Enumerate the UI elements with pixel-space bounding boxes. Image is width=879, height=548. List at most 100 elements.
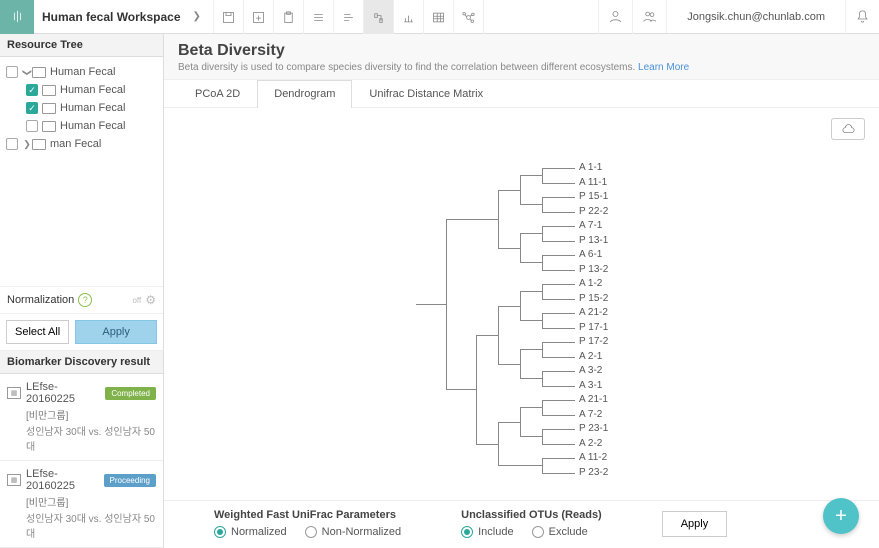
biomarker-detail: 성인남자 30대 vs. 성인남자 50대 (26, 423, 156, 453)
checkbox[interactable]: ✓ (26, 84, 38, 96)
biomarker-header: Biomarker Discovery result (0, 351, 163, 374)
bell-icon[interactable] (845, 0, 879, 34)
radio-label: Normalized (231, 526, 287, 538)
checkbox[interactable] (6, 66, 18, 78)
folder-icon (42, 103, 56, 114)
toolbar-network-icon[interactable] (454, 0, 484, 34)
bottom-apply-button[interactable]: Apply (662, 511, 728, 537)
dendro-leaf-label: A 21-2 (579, 307, 608, 318)
dendro-leaf-label: A 7-1 (579, 220, 602, 231)
toolbar-tree-icon[interactable] (364, 0, 394, 34)
app-logo (0, 0, 34, 34)
biomarker-item[interactable]: ▦ LEfse-20160225Completed [비만그룹]성인남자 30대 v… (0, 374, 163, 461)
user-group-icon[interactable] (632, 0, 666, 34)
toolbar-clipboard-icon[interactable] (274, 0, 304, 34)
tree-label: Human Fecal (60, 102, 125, 114)
toolbar-list-icon[interactable] (304, 0, 334, 34)
dendro-leaf-label: P 17-1 (579, 322, 608, 333)
radio-include[interactable]: Include (461, 526, 513, 538)
tree-label: Human Fecal (60, 120, 125, 132)
biomarker-name: LEfse-20160225 (26, 381, 105, 405)
dendro-leaf-label: P 17-2 (579, 336, 608, 347)
workspace-name: Human fecal Workspace (34, 10, 189, 24)
learn-more-link[interactable]: Learn More (638, 62, 689, 73)
radio-icon (214, 526, 226, 538)
radio-label: Exclude (549, 526, 588, 538)
dendro-leaf-label: A 11-1 (579, 177, 607, 188)
checkbox[interactable]: ✓ (26, 102, 38, 114)
select-all-button[interactable]: Select All (6, 320, 69, 344)
tab-pcoa-2d[interactable]: PCoA 2D (178, 80, 257, 107)
chevron-down-icon[interactable]: ❯ (22, 67, 33, 77)
dendro-leaf-label: A 1-1 (579, 162, 602, 173)
dendro-leaf-label: A 2-2 (579, 438, 602, 449)
normalization-label: Normalization (7, 294, 74, 306)
biomarker-detail: 성인남자 30대 vs. 성인남자 50대 (26, 510, 156, 540)
dendro-leaf-label: A 6-1 (579, 249, 602, 260)
dendro-leaf-label: A 7-2 (579, 409, 602, 420)
folder-icon (32, 67, 46, 78)
toolbar-saveas-icon[interactable] (244, 0, 274, 34)
folder-icon (42, 85, 56, 96)
radio-normalized[interactable]: Normalized (214, 526, 287, 538)
page-description: Beta diversity is used to compare specie… (178, 62, 865, 73)
cloud-export-button[interactable] (831, 118, 865, 140)
tree-child[interactable]: Human Fecal (24, 117, 159, 135)
toolbar-save-icon[interactable] (214, 0, 244, 34)
tree-label: man Fecal (50, 138, 101, 150)
radio-exclude[interactable]: Exclude (532, 526, 588, 538)
radio-icon (532, 526, 544, 538)
page-title: Beta Diversity (178, 42, 865, 60)
folder-icon (42, 121, 56, 132)
dendro-leaf-label: P 23-2 (579, 467, 608, 478)
workspace-dropdown[interactable]: ❯ (189, 11, 213, 22)
user-email: Jongsik.chun@chunlab.com (666, 0, 845, 33)
checkbox[interactable] (26, 120, 38, 132)
biomarker-item[interactable]: ▦LEfse-20160225Proceeding[비만그룹]성인남자 30대 … (0, 461, 163, 548)
tree-child[interactable]: ✓ Human Fecal (24, 99, 159, 117)
dendro-leaf-label: P 23-1 (579, 423, 608, 434)
radio-non-normalized[interactable]: Non-Normalized (305, 526, 401, 538)
radio-icon (461, 526, 473, 538)
toolbar-chart-icon[interactable] (394, 0, 424, 34)
status-badge: Completed (105, 387, 156, 400)
dendro-leaf-label: A 1-2 (579, 278, 602, 289)
dendro-leaf-label: A 11-2 (579, 452, 607, 463)
checkbox[interactable] (6, 138, 18, 150)
tree-label: Human Fecal (60, 84, 125, 96)
biomarker-group: [비만그룹] (26, 494, 156, 509)
dendro-leaf-label: P 22-2 (579, 206, 608, 217)
toolbar-align-icon[interactable] (334, 0, 364, 34)
resource-tree-header: Resource Tree (0, 34, 163, 57)
dendro-leaf-label: A 3-1 (579, 380, 602, 391)
param-unifrac-title: Weighted Fast UniFrac Parameters (214, 509, 401, 521)
dendro-leaf-label: P 13-2 (579, 264, 608, 275)
dendro-leaf-label: P 15-2 (579, 293, 608, 304)
chevron-right-icon[interactable]: ❯ (22, 139, 32, 150)
fab-add-button[interactable]: + (823, 498, 859, 534)
sidebar-apply-button[interactable]: Apply (75, 320, 157, 344)
dendro-leaf-label: P 13-1 (579, 235, 608, 246)
tree-child[interactable]: ✓ Human Fecal (24, 81, 159, 99)
tab-unifrac-distance-matrix[interactable]: Unifrac Distance Matrix (352, 80, 500, 107)
toolbar-grid-icon[interactable] (424, 0, 454, 34)
dendro-leaf-label: A 21-1 (579, 394, 608, 405)
tree-root[interactable]: ❯ Human Fecal (4, 63, 159, 81)
radio-label: Include (478, 526, 513, 538)
tab-dendrogram[interactable]: Dendrogram (257, 80, 352, 108)
dendro-leaf-label: P 15-1 (579, 191, 608, 202)
folder-icon (32, 139, 46, 150)
tree-label: Human Fecal (50, 66, 115, 78)
tree-sibling[interactable]: ❯ man Fecal (4, 135, 159, 153)
user-single-icon[interactable] (598, 0, 632, 34)
normalization-state: off (132, 296, 141, 305)
biomarker-group: [비만그룹] (26, 407, 156, 422)
gear-icon[interactable]: ⚙ (145, 293, 156, 307)
help-icon[interactable]: ? (78, 293, 92, 307)
table-icon: ▦ (7, 387, 21, 399)
status-badge: Proceeding (104, 474, 156, 487)
radio-label: Non-Normalized (322, 526, 401, 538)
radio-icon (305, 526, 317, 538)
param-otu-title: Unclassified OTUs (Reads) (461, 509, 602, 521)
dendro-leaf-label: A 3-2 (579, 365, 602, 376)
